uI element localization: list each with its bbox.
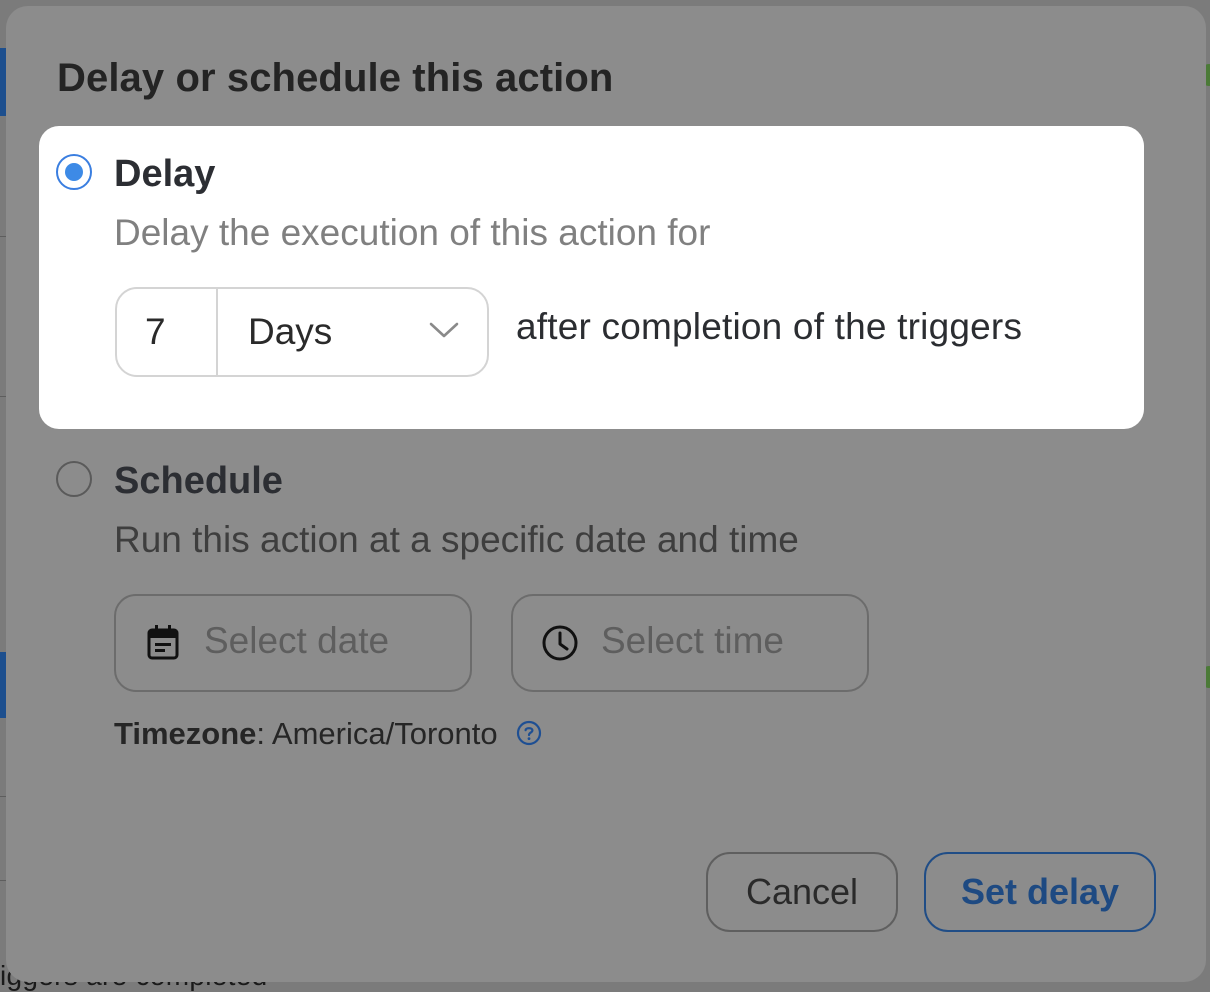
date-placeholder: Select date xyxy=(204,620,390,661)
delay-unit-select[interactable]: Days xyxy=(218,289,487,375)
set-delay-button[interactable]: Set delay xyxy=(924,852,1156,932)
timezone-separator: : xyxy=(256,716,272,751)
delay-input-group: 7 Days xyxy=(115,287,489,377)
timezone-label: Timezone xyxy=(114,716,257,751)
calendar-icon xyxy=(147,625,179,660)
help-icon[interactable] xyxy=(516,720,542,746)
cancel-button[interactable]: Cancel xyxy=(706,852,898,932)
delay-option-label: Delay xyxy=(114,153,216,195)
clock-icon xyxy=(542,625,578,661)
date-picker-field[interactable]: Select date xyxy=(114,594,472,692)
delay-amount-input[interactable]: 7 xyxy=(117,289,218,375)
schedule-option-label: Schedule xyxy=(114,460,283,502)
chevron-down-icon xyxy=(429,322,459,338)
radio-unselected-icon[interactable] xyxy=(56,461,92,497)
delay-option-description: Delay the execution of this action for xyxy=(114,212,711,253)
delay-unit-value: Days xyxy=(248,311,333,352)
time-placeholder: Select time xyxy=(601,620,785,661)
time-picker-field[interactable]: Select time xyxy=(511,594,869,692)
timezone-info: Timezone: America/Toronto xyxy=(114,716,542,752)
delay-option-card[interactable]: Delay Delay the execution of this action… xyxy=(39,126,1144,429)
timezone-value: America/Toronto xyxy=(271,716,498,751)
modal-title: Delay or schedule this action xyxy=(57,56,614,100)
delay-suffix-text: after completion of the triggers xyxy=(516,306,1023,347)
schedule-option-description: Run this action at a specific date and t… xyxy=(114,519,799,560)
radio-selected-icon[interactable] xyxy=(56,154,92,190)
delay-schedule-modal: Delay or schedule this action Delay Dela… xyxy=(6,6,1206,982)
